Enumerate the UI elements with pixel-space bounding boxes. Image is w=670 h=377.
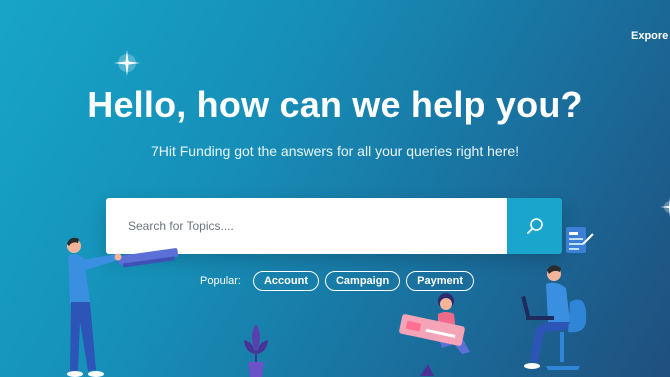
- sparkle-icon: [660, 197, 670, 217]
- search-icon: [526, 218, 543, 234]
- tag-account[interactable]: Account: [252, 271, 319, 291]
- sparkle-icon: [114, 50, 140, 76]
- hero-title: Hello, how can we help you?: [87, 84, 583, 125]
- illustration-man-holding-board: [67, 237, 179, 377]
- popular-label: Popular:: [200, 275, 241, 287]
- popular-topics: Popular: Account Campaign Payment: [200, 271, 475, 291]
- tag-campaign[interactable]: Campaign: [324, 271, 401, 291]
- nav-explore-link[interactable]: Expore: [631, 30, 668, 42]
- search-button[interactable]: [507, 198, 562, 254]
- illustration-plant: [244, 324, 268, 377]
- illustration-clipboard: [566, 227, 594, 253]
- illustration-woman-with-card: [399, 293, 470, 376]
- hero-subtitle: 7Hit Funding got the answers for all you…: [150, 143, 520, 159]
- illustration-man-at-laptop: [521, 265, 587, 370]
- tag-payment[interactable]: Payment: [406, 271, 475, 291]
